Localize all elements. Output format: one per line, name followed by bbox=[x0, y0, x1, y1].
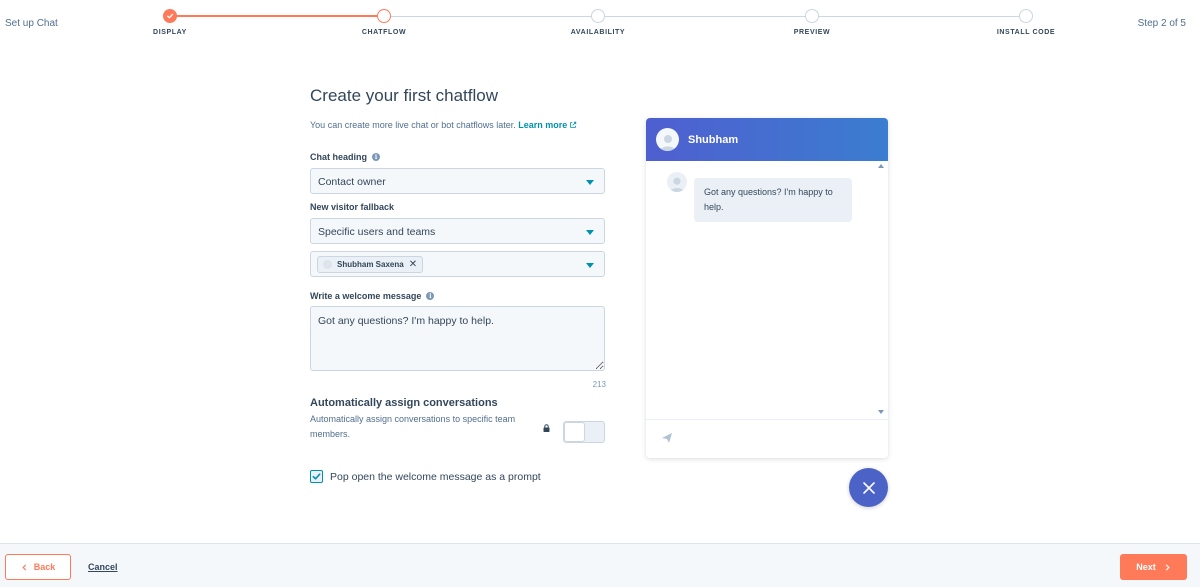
agent-avatar bbox=[656, 128, 679, 151]
chatflow-form: Create your first chatflow You can creat… bbox=[310, 86, 606, 483]
popup-prompt-checkbox[interactable] bbox=[310, 470, 323, 483]
step-dot bbox=[805, 9, 819, 23]
popup-prompt-option: Pop open the welcome message as a prompt bbox=[310, 470, 606, 483]
user-chip-name: Shubham Saxena bbox=[337, 260, 404, 269]
chat-close-launcher[interactable] bbox=[849, 468, 888, 507]
lock-icon bbox=[543, 424, 550, 432]
next-label: Next bbox=[1136, 562, 1156, 572]
chat-heading-select[interactable]: Contact owner bbox=[310, 168, 605, 194]
remove-chip-icon[interactable]: ✕ bbox=[409, 259, 417, 270]
chat-setup-page: Set up Chat Step 2 of 5 DISPLAY CHATFLOW… bbox=[0, 0, 1200, 587]
learn-more-link[interactable]: Learn more bbox=[518, 120, 577, 130]
external-link-icon bbox=[570, 121, 577, 128]
send-icon[interactable] bbox=[661, 432, 673, 444]
step-label: CHATFLOW bbox=[361, 29, 407, 36]
step-label: INSTALL CODE bbox=[996, 29, 1056, 36]
fallback-users-select[interactable]: Shubham Saxena ✕ bbox=[310, 251, 605, 277]
auto-assign-section: Automatically assign conversations Autom… bbox=[310, 397, 606, 447]
user-chip: Shubham Saxena ✕ bbox=[317, 256, 424, 273]
chat-widget-body: Got any questions? I'm happy to help. bbox=[646, 161, 888, 420]
scroll-down-icon[interactable] bbox=[878, 410, 884, 414]
chat-widget-input-area bbox=[646, 420, 888, 458]
welcome-message-bubble: Got any questions? I'm happy to help. bbox=[694, 178, 852, 222]
close-icon bbox=[862, 481, 875, 494]
step-chatflow[interactable]: CHATFLOW bbox=[324, 9, 444, 36]
step-dot bbox=[1019, 9, 1033, 23]
fallback-label: New visitor fallback bbox=[310, 202, 606, 212]
cancel-link[interactable]: Cancel bbox=[88, 562, 118, 572]
chevron-down-icon bbox=[586, 180, 594, 185]
welcome-label-text: Write a welcome message bbox=[310, 291, 422, 301]
chevron-right-icon bbox=[1165, 563, 1170, 571]
step-install-code[interactable]: INSTALL CODE bbox=[966, 9, 1086, 36]
chat-heading-label: Chat heading i bbox=[310, 152, 606, 162]
auto-assign-toggle[interactable] bbox=[563, 421, 605, 443]
agent-name: Shubham bbox=[688, 133, 739, 146]
step-label: AVAILABILITY bbox=[570, 29, 626, 36]
step-dot bbox=[591, 9, 605, 23]
step-display[interactable]: DISPLAY bbox=[110, 9, 230, 36]
chat-heading-value: Contact owner bbox=[318, 176, 386, 188]
popup-prompt-label: Pop open the welcome message as a prompt bbox=[330, 470, 541, 483]
avatar-icon bbox=[323, 260, 332, 269]
check-icon bbox=[312, 473, 321, 480]
step-label: PREVIEW bbox=[793, 29, 831, 36]
back-label: Back bbox=[33, 562, 56, 572]
check-icon bbox=[163, 9, 177, 23]
chat-widget-header: Shubham bbox=[646, 118, 888, 161]
page-title: Create your first chatflow bbox=[310, 86, 499, 105]
chevron-left-icon bbox=[22, 563, 26, 571]
learn-more-label: Learn more bbox=[518, 120, 568, 130]
user-icon bbox=[659, 135, 676, 151]
fallback-value: Specific users and teams bbox=[318, 226, 436, 238]
chevron-down-icon bbox=[586, 230, 594, 235]
step-label: DISPLAY bbox=[153, 29, 187, 36]
scroll-up-icon[interactable] bbox=[878, 164, 884, 168]
stepper-line-remaining bbox=[384, 16, 1026, 17]
toggle-knob bbox=[564, 422, 585, 442]
fallback-select[interactable]: Specific users and teams bbox=[310, 218, 605, 244]
step-dot bbox=[377, 9, 391, 23]
auto-assign-title: Automatically assign conversations bbox=[310, 397, 498, 409]
page-subtitle: You can create more live chat or bot cha… bbox=[310, 120, 606, 130]
info-icon[interactable]: i bbox=[426, 292, 435, 300]
fallback-label-text: New visitor fallback bbox=[310, 202, 395, 212]
step-preview[interactable]: PREVIEW bbox=[752, 9, 872, 36]
step-availability[interactable]: AVAILABILITY bbox=[538, 9, 658, 36]
chat-heading-label-text: Chat heading bbox=[310, 152, 368, 162]
next-button[interactable]: Next bbox=[1120, 554, 1187, 580]
auto-assign-description: Automatically assign conversations to sp… bbox=[310, 414, 516, 439]
progress-stepper: DISPLAY CHATFLOW AVAILABILITY PREVIEW IN… bbox=[0, 0, 1200, 45]
subtitle-text: You can create more live chat or bot cha… bbox=[310, 120, 516, 130]
user-icon bbox=[669, 177, 685, 192]
footer-bar: Back Cancel Next bbox=[0, 543, 1200, 587]
back-button[interactable]: Back bbox=[5, 554, 71, 580]
chevron-down-icon bbox=[586, 263, 594, 268]
message-avatar bbox=[667, 172, 687, 192]
welcome-label: Write a welcome message i bbox=[310, 291, 606, 301]
chat-widget-preview: Shubham Got any questions? I'm happy to … bbox=[646, 118, 888, 458]
welcome-message-input[interactable]: Got any questions? I'm happy to help. bbox=[310, 306, 605, 371]
character-counter: 213 bbox=[592, 380, 606, 389]
info-icon[interactable]: i bbox=[372, 153, 381, 161]
